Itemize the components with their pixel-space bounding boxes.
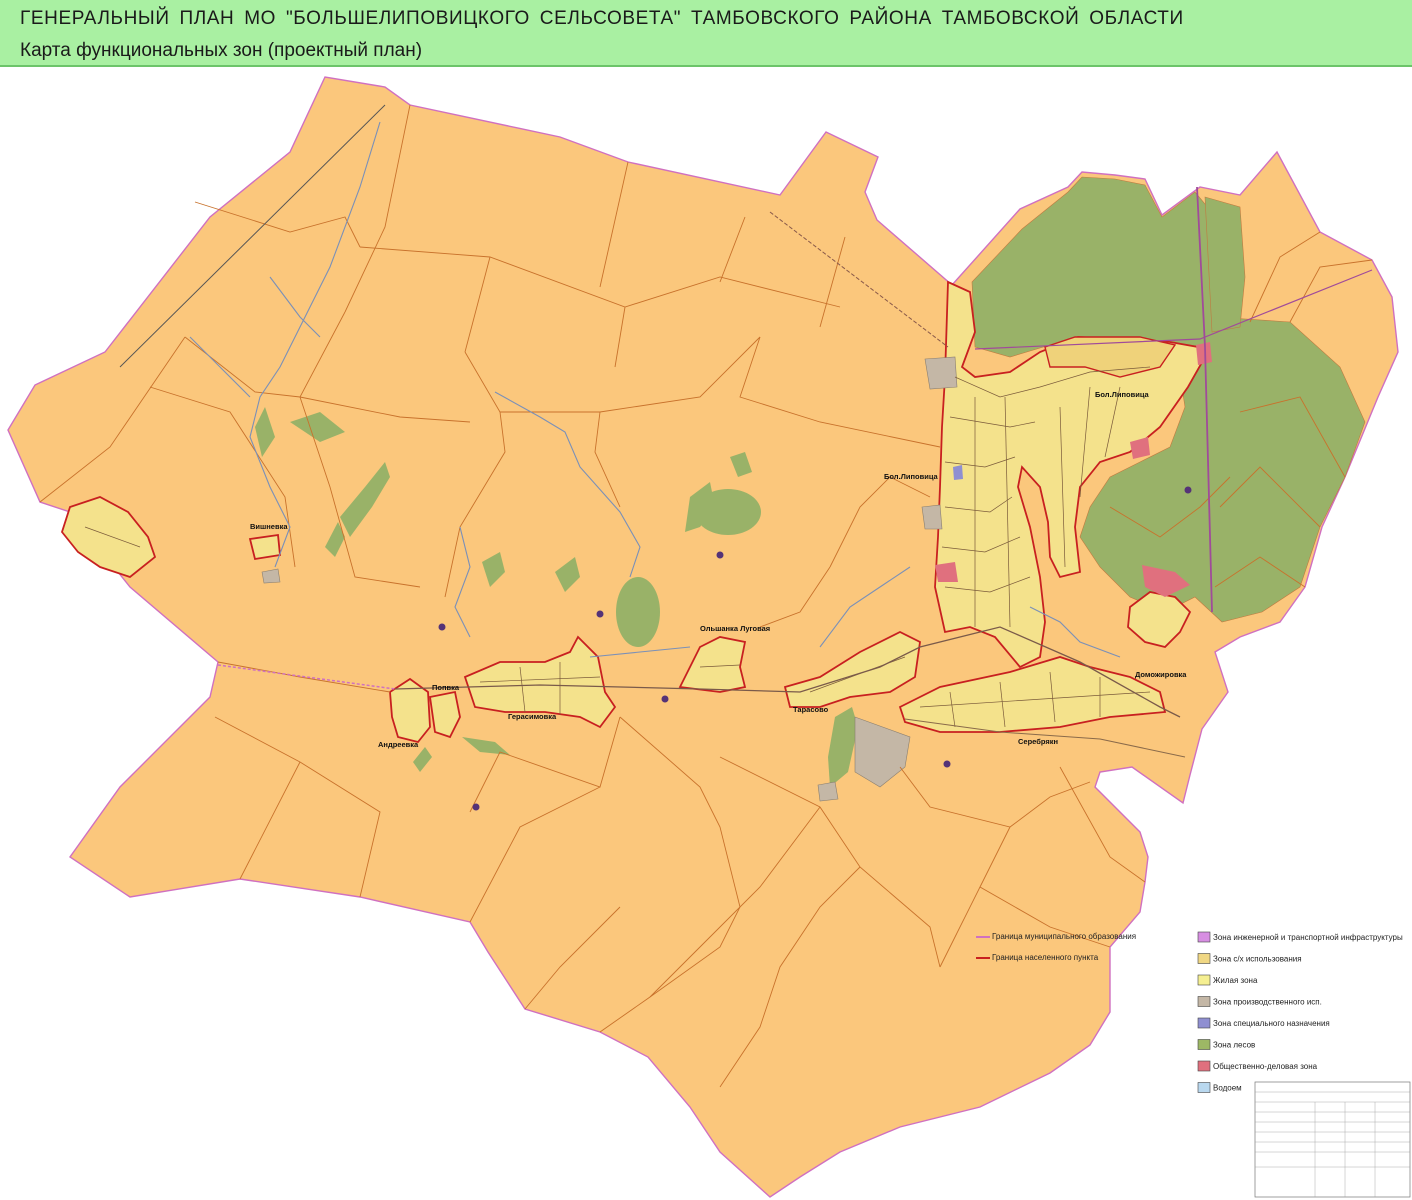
legend-swatch	[1197, 1060, 1211, 1072]
map-header: ГЕНЕРАЛЬНЫЙ ПЛАН МО "БОЛЬШЕЛИПОВИЦКОГО С…	[0, 0, 1412, 67]
label-andreevka: Андреевка	[378, 740, 419, 749]
cemetery-icon	[472, 803, 480, 811]
legend-swatch	[1197, 996, 1211, 1007]
settlement-vishnevka	[248, 533, 281, 561]
legend-swatch	[1197, 931, 1211, 943]
legend-zone-label: Водоем	[1213, 1084, 1242, 1093]
legend-swatch	[1197, 1017, 1211, 1029]
legend-zone-label: Зона лесов	[1213, 1041, 1255, 1050]
label-domozhirovka: Доможировка	[1135, 670, 1187, 679]
label-serebryaki: Серебрякн	[1018, 737, 1058, 746]
cemetery-icon	[438, 623, 446, 631]
legend-swatch	[1197, 1039, 1211, 1050]
label-tarasovo: Тарасово	[793, 705, 829, 714]
cemetery-icon	[596, 610, 604, 618]
title-stamp	[1254, 1081, 1411, 1198]
legend-zone-label: Общественно-деловая зона	[1213, 1062, 1318, 1071]
label-popovka: Попвка	[432, 683, 460, 692]
legend-swatch	[1197, 974, 1211, 986]
special-purpose-zone	[953, 465, 963, 480]
legend-swatch	[1197, 1082, 1211, 1093]
legend-zone-label: Зона производственного исп.	[1213, 998, 1322, 1007]
forest-patch	[616, 577, 660, 647]
label-bol-lipovitsa-east: Бол.Липовица	[1095, 390, 1150, 399]
cemetery-icon	[943, 760, 951, 768]
legend-line-settlement-label: Граница населенного пункта	[992, 953, 1099, 962]
legend-line-mo-label: Граница муниципального образования	[992, 932, 1136, 941]
public-business-zone	[935, 562, 958, 582]
production-zone	[924, 356, 958, 390]
legend-swatch	[1197, 953, 1211, 964]
map-subtitle: Карта функциональных зон (проектный план…	[20, 40, 423, 61]
legend-zone-label: Зона с/х использования	[1213, 955, 1302, 964]
public-business-zone	[1196, 342, 1212, 365]
label-vishnevka: Вишневка	[250, 522, 288, 531]
production-zone	[921, 504, 943, 530]
forest-east-strip	[1204, 196, 1246, 333]
map-title: ГЕНЕРАЛЬНЫЙ ПЛАН МО "БОЛЬШЕЛИПОВИЦКОГО С…	[20, 8, 1184, 29]
legend-zone-label: Зона специального назначения	[1213, 1019, 1330, 1028]
label-bol-lipovitsa-west: Бол.Липовица	[884, 472, 939, 481]
legend-zone-label: Жилая зона	[1213, 976, 1258, 985]
label-olshanka-lugovaya: Ольшанка Луговая	[700, 624, 770, 633]
cemetery-icon	[661, 695, 669, 703]
cemetery-icon	[716, 551, 724, 559]
cemetery-icon	[1184, 486, 1192, 494]
label-gerasimovka: Герасимовка	[508, 712, 557, 721]
production-zone	[817, 781, 839, 802]
legend-zone-label: Зона инженерной и транспортной инфрастру…	[1213, 933, 1403, 942]
functional-zones-map[interactable]: Вишневка Попвка Андреевка Герасимовка Ол…	[0, 67, 1412, 1200]
